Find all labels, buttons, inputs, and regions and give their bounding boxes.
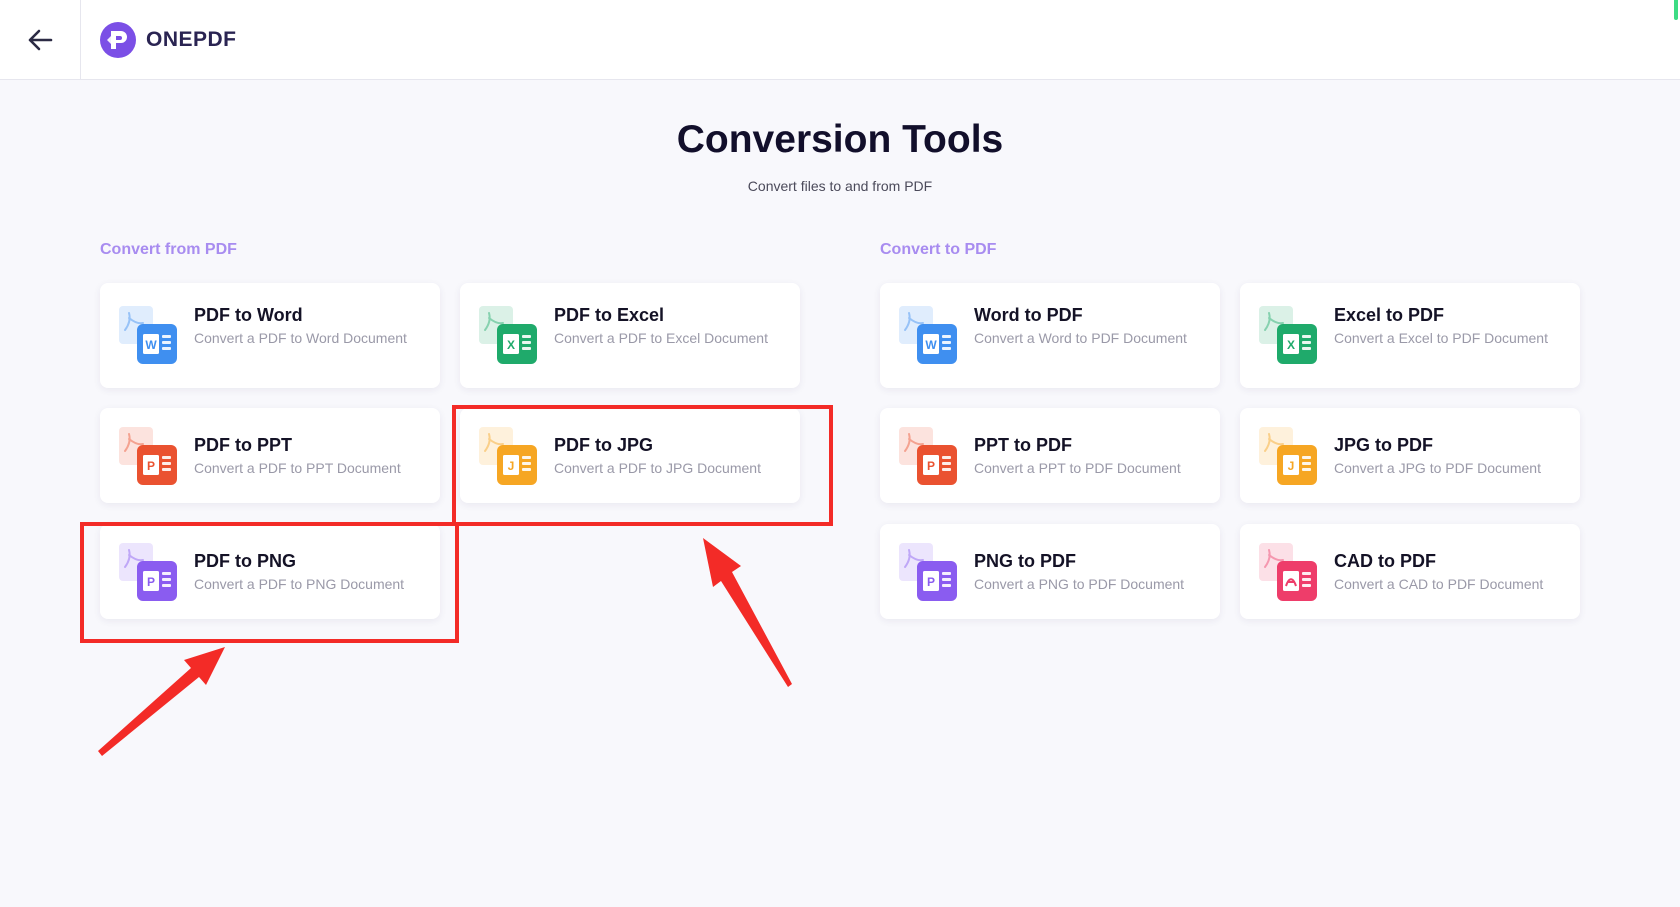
tool-description: Convert a CAD to PDF Document (1334, 576, 1544, 592)
section-label-from-pdf: Convert from PDF (100, 241, 237, 258)
tool-card-jpg-to-pdf[interactable]: J JPG to PDF Convert a JPG to PDF Docume… (1240, 408, 1580, 503)
app-logo[interactable]: ONEPDF (100, 22, 237, 58)
tool-title: Word to PDF (974, 305, 1083, 325)
tool-title: JPG to PDF (1334, 435, 1434, 455)
excel-icon: X (1257, 304, 1319, 366)
tool-description: Convert a PNG to PDF Document (974, 576, 1185, 592)
svg-text:X: X (1287, 338, 1295, 352)
tool-card-pdf-to-excel[interactable]: X PDF to Excel Convert a PDF to Excel Do… (460, 283, 800, 388)
onepdf-logo-icon (100, 22, 136, 58)
tool-card-png-to-pdf[interactable]: P PNG to PDF Convert a PNG to PDF Docume… (880, 524, 1220, 619)
svg-text:P: P (147, 459, 155, 473)
page-subtitle: Convert files to and from PDF (747, 178, 933, 194)
ppt-icon: P (117, 425, 179, 487)
tool-title: PNG to PDF (974, 551, 1076, 571)
app-name: ONEPDF (146, 28, 237, 51)
tool-description: Convert a Excel to PDF Document (1334, 330, 1548, 346)
svg-text:P: P (147, 575, 155, 589)
tool-card-pdf-to-jpg[interactable]: J PDF to JPG Convert a PDF to JPG Docume… (460, 408, 800, 503)
svg-text:P: P (927, 459, 935, 473)
tool-card-cad-to-pdf[interactable]: CAD to PDF Convert a CAD to PDF Document (1240, 524, 1580, 619)
word-icon: W (897, 304, 959, 366)
tool-card-excel-to-pdf[interactable]: X Excel to PDF Convert a Excel to PDF Do… (1240, 283, 1580, 388)
tool-title: Excel to PDF (1334, 305, 1445, 325)
tool-title: PDF to PNG (194, 551, 296, 571)
svg-text:W: W (145, 338, 157, 352)
svg-text:X: X (507, 338, 515, 352)
tool-card-pdf-to-png[interactable]: P PDF to PNG Convert a PDF to PNG Docume… (100, 524, 440, 619)
arrow-left-icon (28, 29, 53, 50)
app-window: ONEPDF Conversion Tools Convert files to… (0, 0, 1680, 907)
ppt-icon: P (897, 425, 959, 487)
svg-text:W: W (925, 338, 937, 352)
tool-description: Convert a Word to PDF Document (974, 330, 1187, 346)
tool-description: Convert a PDF to PPT Document (194, 460, 401, 476)
excel-icon: X (477, 304, 539, 366)
png-icon: P (897, 541, 959, 603)
page-title: Conversion Tools (676, 118, 1004, 161)
tool-title: PDF to JPG (554, 435, 654, 455)
svg-text:J: J (508, 459, 515, 473)
tool-card-ppt-to-pdf[interactable]: P PPT to PDF Convert a PPT to PDF Docume… (880, 408, 1220, 503)
tool-description: Convert a PDF to JPG Document (554, 460, 761, 476)
svg-text:J: J (1288, 459, 1295, 473)
jpg-icon: J (477, 425, 539, 487)
tool-card-pdf-to-word[interactable]: W PDF to Word Convert a PDF to Word Docu… (100, 283, 440, 388)
cad-icon (1257, 541, 1319, 603)
tool-description: Convert a PDF to Word Document (194, 330, 407, 346)
tool-title: CAD to PDF (1334, 551, 1436, 571)
tool-title: PDF to PPT (194, 435, 292, 455)
section-label-to-pdf: Convert to PDF (880, 241, 997, 258)
back-button[interactable] (0, 0, 81, 79)
status-indicator (1674, 0, 1678, 20)
arrow-to-jpg-card (703, 538, 792, 687)
tool-description: Convert a PDF to PNG Document (194, 576, 405, 592)
arrow-to-png-card (98, 647, 225, 756)
tool-title: PDF to Word (194, 305, 303, 325)
svg-text:P: P (927, 575, 935, 589)
word-icon: W (117, 304, 179, 366)
tool-title: PPT to PDF (974, 435, 1072, 455)
tool-description: Convert a PDF to Excel Document (554, 330, 768, 346)
png-icon: P (117, 541, 179, 603)
tool-card-pdf-to-ppt[interactable]: P PDF to PPT Convert a PDF to PPT Docume… (100, 408, 440, 503)
tool-title: PDF to Excel (554, 305, 665, 325)
tool-description: Convert a JPG to PDF Document (1334, 460, 1541, 476)
jpg-icon: J (1257, 425, 1319, 487)
top-bar: ONEPDF (0, 0, 1680, 80)
tool-card-word-to-pdf[interactable]: W Word to PDF Convert a Word to PDF Docu… (880, 283, 1220, 388)
tool-description: Convert a PPT to PDF Document (974, 460, 1181, 476)
